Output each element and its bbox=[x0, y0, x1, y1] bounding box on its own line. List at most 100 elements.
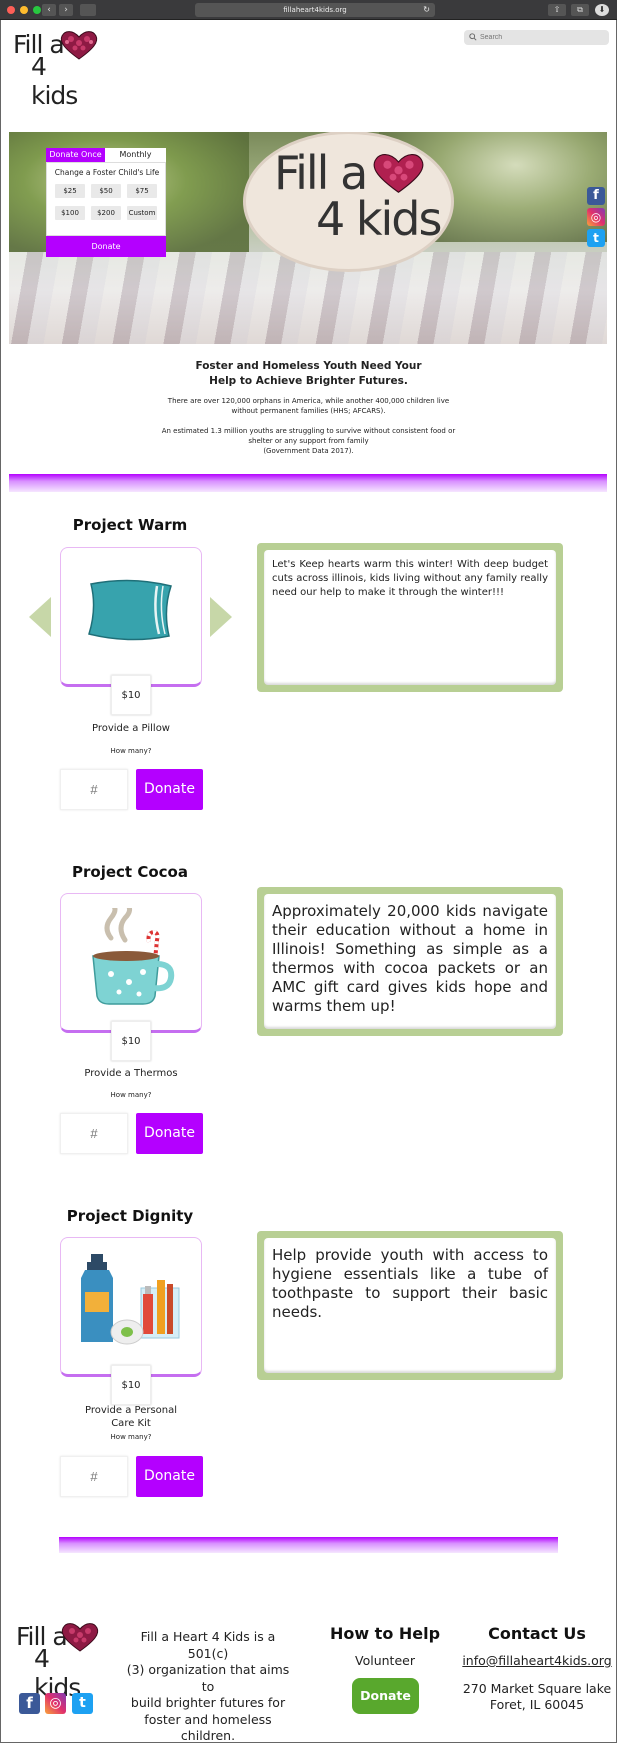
quantity-input-cocoa[interactable] bbox=[60, 1113, 128, 1154]
minimize-window-button[interactable] bbox=[20, 6, 28, 14]
footer-about-line: Fill a Heart 4 Kids is a 501(c) bbox=[140, 1629, 276, 1661]
intro-paragraph-1: There are over 120,000 orphans in Americ… bbox=[0, 396, 617, 416]
donate-frequency-tabs: Donate Once Monthly bbox=[46, 148, 166, 162]
project-price-warm: $10 bbox=[111, 675, 151, 715]
cocoa-mug-icon bbox=[92, 908, 175, 1005]
search-input[interactable] bbox=[464, 30, 609, 45]
footer-volunteer-link[interactable]: Volunteer bbox=[310, 1653, 460, 1668]
section-divider bbox=[9, 474, 607, 492]
forward-button[interactable]: › bbox=[59, 4, 73, 16]
search-icon bbox=[469, 33, 477, 41]
project-description-warm: Let's Keep hearts warm this winter! With… bbox=[264, 550, 556, 685]
amount-button-custom[interactable]: Custom bbox=[127, 206, 157, 220]
how-many-label-warm: How many? bbox=[110, 747, 152, 755]
quantity-input-dignity[interactable] bbox=[60, 1456, 128, 1497]
back-button[interactable]: ‹ bbox=[42, 4, 56, 16]
facebook-icon[interactable]: f bbox=[587, 187, 605, 205]
footer-about-line: build brighter futures for bbox=[130, 1695, 286, 1710]
intro-paragraph-2: An estimated 1.3 million youths are stru… bbox=[0, 426, 617, 456]
amount-button-75[interactable]: $75 bbox=[127, 184, 157, 198]
footer-heart-icon bbox=[61, 1623, 99, 1652]
carousel-next-arrow[interactable] bbox=[210, 597, 232, 637]
hero-sign: Fill a 4 kids bbox=[246, 134, 451, 269]
footer-donate-button[interactable]: Donate bbox=[352, 1678, 419, 1714]
project-description-box-warm: Let's Keep hearts warm this winter! With… bbox=[257, 543, 563, 692]
hero-donate-button[interactable]: Donate bbox=[46, 236, 166, 257]
heart-icon bbox=[60, 31, 98, 60]
provide-label-dignity-line2: Care Kit bbox=[111, 1418, 151, 1429]
reload-icon[interactable]: ↻ bbox=[423, 3, 430, 17]
logo-text-line2: 4 kids bbox=[31, 52, 78, 110]
tab-monthly[interactable]: Monthly bbox=[105, 148, 166, 162]
tabs-icon[interactable]: ⧉ bbox=[571, 4, 589, 16]
donate-button-warm[interactable]: Donate bbox=[136, 769, 203, 810]
footer-about-line: foster and homeless bbox=[144, 1711, 272, 1727]
donate-button-dignity[interactable]: Donate bbox=[136, 1456, 203, 1497]
intro-p2-line1: An estimated 1.3 million youths are stru… bbox=[161, 427, 456, 435]
project-description-box-cocoa: Approximately 20,000 kids navigate their… bbox=[257, 887, 563, 1036]
amount-button-100[interactable]: $100 bbox=[55, 206, 85, 220]
amount-button-200[interactable]: $200 bbox=[91, 206, 121, 220]
project-card-cocoa bbox=[60, 893, 202, 1033]
project-card-warm bbox=[60, 547, 202, 687]
url-text: fillaheart4kids.org bbox=[283, 6, 347, 14]
site-logo[interactable]: Fill a 4 kids bbox=[13, 30, 98, 110]
browser-toolbar: ‹ › fillaheart4kids.org ↻ ⇧ ⧉ ⬇ bbox=[0, 0, 617, 20]
provide-label-dignity: Provide a Personal Care Kit bbox=[56, 1404, 206, 1430]
intro-title-line2: Help to Achieve Brighter Futures. bbox=[209, 375, 408, 387]
footer-logo[interactable]: Fill a 4 kids bbox=[16, 1622, 101, 1702]
twitter-icon[interactable]: t bbox=[587, 229, 605, 247]
intro-title: Foster and Homeless Youth Need Your Help… bbox=[0, 359, 617, 389]
footer-divider bbox=[59, 1537, 558, 1553]
intro-title-line1: Foster and Homeless Youth Need Your bbox=[195, 360, 422, 372]
intro-p1-line2: without permanent families (HHS; AFCARS)… bbox=[231, 407, 386, 415]
footer-instagram-icon[interactable]: ◎ bbox=[45, 1693, 66, 1714]
intro-p2-line2: shelter or any support from family bbox=[248, 437, 369, 445]
carousel-prev-arrow[interactable] bbox=[29, 597, 51, 637]
project-price-dignity: $10 bbox=[111, 1365, 151, 1405]
sidebar-toggle-icon[interactable] bbox=[80, 4, 96, 16]
intro-p1-line1: There are over 120,000 orphans in Americ… bbox=[167, 397, 450, 405]
footer-about-text: Fill a Heart 4 Kids is a 501(c) (3) orga… bbox=[123, 1629, 293, 1743]
footer-twitter-icon[interactable]: t bbox=[72, 1693, 93, 1714]
project-card-dignity bbox=[60, 1237, 202, 1377]
sign-text-line2: 4 kids bbox=[316, 192, 442, 246]
footer-address-line1: 270 Market Square lake bbox=[462, 1681, 612, 1696]
provide-label-cocoa: Provide a Thermos bbox=[84, 1068, 178, 1079]
how-many-label-cocoa: How many? bbox=[110, 1091, 152, 1099]
donate-widget: Donate Once Monthly Change a Foster Chil… bbox=[46, 148, 166, 257]
share-icon[interactable]: ⇧ bbox=[548, 4, 566, 16]
address-bar[interactable]: fillaheart4kids.org ↻ bbox=[195, 3, 435, 17]
footer-contact-heading: Contact Us bbox=[488, 1624, 586, 1643]
care-kit-icon bbox=[81, 1254, 180, 1345]
quantity-input-warm[interactable] bbox=[60, 769, 128, 810]
project-description-cocoa: Approximately 20,000 kids navigate their… bbox=[264, 894, 556, 1029]
project-description-dignity: Help provide youth with access to hygien… bbox=[264, 1238, 556, 1373]
project-title-dignity: Project Dignity bbox=[66, 1207, 194, 1225]
hero-gift-bags bbox=[9, 252, 607, 344]
footer-address-line2: Foret, IL 60045 bbox=[489, 1697, 585, 1712]
project-description-box-dignity: Help provide youth with access to hygien… bbox=[257, 1231, 563, 1380]
instagram-icon[interactable]: ◎ bbox=[587, 208, 605, 226]
maximize-window-button[interactable] bbox=[33, 6, 41, 14]
project-price-cocoa: $10 bbox=[111, 1021, 151, 1061]
footer-about-line: (3) organization that aims to bbox=[126, 1662, 290, 1694]
donate-widget-heading: Change a Foster Child's Life bbox=[54, 168, 160, 177]
tab-donate-once[interactable]: Donate Once bbox=[46, 148, 105, 162]
close-window-button[interactable] bbox=[7, 6, 15, 14]
provide-label-dignity-line1: Provide a Personal bbox=[84, 1405, 178, 1416]
provide-label-warm: Provide a Pillow bbox=[92, 723, 170, 734]
project-title-cocoa: Project Cocoa bbox=[72, 863, 188, 881]
amount-button-50[interactable]: $50 bbox=[91, 184, 121, 198]
footer-facebook-icon[interactable]: f bbox=[19, 1693, 40, 1714]
pillow-icon bbox=[88, 579, 172, 641]
project-title-warm: Project Warm bbox=[72, 516, 188, 534]
downloads-icon[interactable]: ⬇ bbox=[595, 4, 609, 16]
amount-button-25[interactable]: $25 bbox=[55, 184, 85, 198]
donate-button-cocoa[interactable]: Donate bbox=[136, 1113, 203, 1154]
sign-heart-icon bbox=[373, 154, 424, 193]
footer-about-line: children. bbox=[180, 1728, 236, 1743]
footer-email-link[interactable]: info@fillaheart4kids.org bbox=[459, 1653, 615, 1668]
how-many-label-dignity: How many? bbox=[110, 1433, 152, 1441]
donate-amount-panel: Change a Foster Child's Life $25 $50 $75… bbox=[46, 162, 166, 236]
